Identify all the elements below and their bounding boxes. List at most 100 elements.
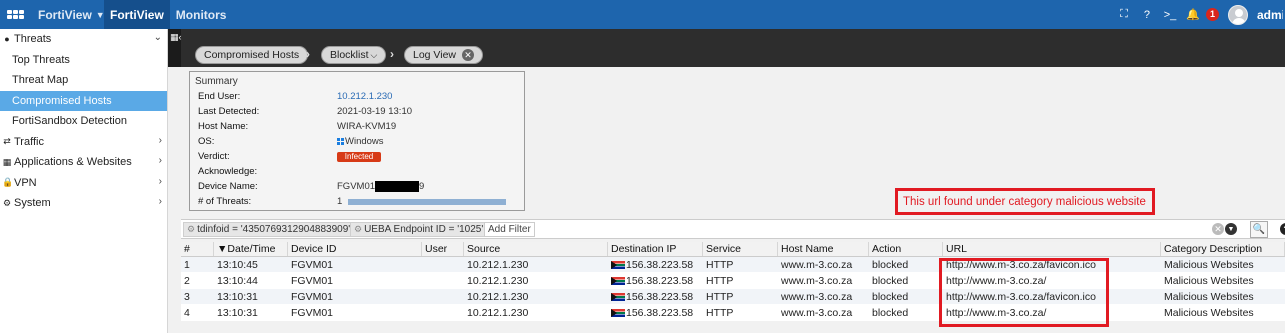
log-table: # ▼Date/Time Device ID User Source Desti… bbox=[181, 242, 1285, 321]
device-name-prefix: FGVM01 bbox=[337, 181, 376, 192]
cell-destination-ip: 156.38.223.58 bbox=[608, 273, 703, 288]
column-header-device-id[interactable]: Device ID bbox=[288, 242, 422, 256]
tab-monitors[interactable]: Monitors bbox=[170, 0, 233, 29]
sidebar-item-top-threats[interactable]: Top Threats bbox=[0, 50, 167, 71]
help-icon[interactable]: ? bbox=[1140, 8, 1154, 22]
chevron-right-icon: › bbox=[158, 155, 162, 166]
cell-category: Malicious Websites bbox=[1164, 290, 1254, 303]
table-row[interactable]: 1 13:10:45 FGVM01 10.212.1.230 156.38.22… bbox=[181, 257, 1285, 273]
cell-host-name: www.m-3.co.za bbox=[781, 290, 853, 303]
fortinet-logo-icon[interactable] bbox=[0, 0, 30, 29]
south-africa-flag-icon bbox=[611, 260, 625, 269]
end-user-link[interactable]: 10.212.1.230 bbox=[337, 91, 392, 102]
destination-ip-text: 156.38.223.58 bbox=[626, 258, 694, 271]
traffic-icon: ⇄ bbox=[3, 136, 11, 147]
cell-source: 10.212.1.230 bbox=[467, 274, 529, 287]
tab-fortiview[interactable]: FortiView bbox=[104, 0, 170, 29]
summary-title: Summary bbox=[195, 76, 238, 87]
cell-device-id: FGVM01 bbox=[291, 290, 334, 303]
summary-value: 1 bbox=[337, 196, 343, 207]
device-name-suffix: 9 bbox=[419, 181, 425, 192]
breadcrumb-blocklist[interactable]: Blocklist ⌵ bbox=[321, 46, 387, 64]
sidebar-group-system[interactable]: ⚙ System › bbox=[0, 193, 167, 214]
sidebar-group-label: Applications & Websites bbox=[14, 156, 132, 169]
summary-row-device-name: Device Name: FGVM01 9 bbox=[190, 179, 524, 194]
breadcrumb-label: Log View bbox=[413, 49, 457, 61]
cell-device-id: FGVM01 bbox=[291, 274, 334, 287]
sidebar-group-applications[interactable]: ▦ Applications & Websites › bbox=[0, 152, 167, 173]
add-filter-button[interactable]: Add Filter bbox=[484, 222, 535, 237]
cell-user bbox=[422, 305, 464, 320]
south-africa-flag-icon bbox=[611, 276, 625, 285]
sidebar-item-fortisandbox-detection[interactable]: FortiSandbox Detection bbox=[0, 111, 167, 132]
breadcrumb-label: Blocklist bbox=[330, 49, 369, 61]
summary-row-host-name: Host Name: WIRA-KVM19 bbox=[190, 119, 524, 134]
cell-source: 10.212.1.230 bbox=[467, 258, 529, 271]
column-header-host-name[interactable]: Host Name bbox=[778, 242, 869, 256]
cell-service: HTTP bbox=[706, 274, 734, 287]
breadcrumb-log-view[interactable]: Log View ✕ bbox=[404, 46, 484, 64]
sidebar-item-threat-map[interactable]: Threat Map bbox=[0, 70, 167, 91]
filter-tag-ueba[interactable]: ⚙ UEBA Endpoint ID = '1025' bbox=[350, 222, 488, 237]
filter-tag-tdinfoid[interactable]: ⚙ tdinfoid = '4350769312904883909' bbox=[183, 222, 355, 237]
cell-number: 3 bbox=[184, 290, 190, 303]
summary-key: Device Name: bbox=[198, 181, 258, 192]
threat-count-bar bbox=[348, 198, 507, 205]
avatar[interactable] bbox=[1228, 4, 1248, 25]
column-header-number[interactable]: # bbox=[181, 242, 214, 256]
filter-funnel-icon[interactable]: ▼ bbox=[1225, 223, 1237, 235]
table-row[interactable]: 2 13:10:44 FGVM01 10.212.1.230 156.38.22… bbox=[181, 273, 1285, 289]
summary-key: Host Name: bbox=[198, 121, 249, 132]
table-row[interactable]: 4 13:10:31 FGVM01 10.212.1.230 156.38.22… bbox=[181, 305, 1285, 321]
gear-icon[interactable]: ⚙ bbox=[187, 224, 195, 235]
collapse-panel-strip[interactable]: ▦‹ bbox=[168, 29, 182, 67]
table-row[interactable]: 3 13:10:31 FGVM01 10.212.1.230 156.38.22… bbox=[181, 289, 1285, 305]
clear-filter-icon[interactable]: ✕ bbox=[1212, 223, 1224, 235]
column-header-action[interactable]: Action bbox=[869, 242, 943, 256]
sidebar-group-vpn[interactable]: 🔒 VPN › bbox=[0, 173, 167, 194]
notification-badge[interactable]: 1 bbox=[1205, 8, 1219, 21]
cell-source: 10.212.1.230 bbox=[467, 290, 529, 303]
cell-datetime: 13:10:31 bbox=[217, 306, 258, 319]
summary-row-verdict: Verdict: Infected bbox=[190, 149, 524, 164]
cell-url: http://www.m-3.co.za/ bbox=[946, 306, 1047, 319]
flame-icon: ● bbox=[4, 34, 10, 45]
cell-device-id: FGVM01 bbox=[291, 306, 334, 319]
summary-row-end-user: End User: 10.212.1.230 bbox=[190, 89, 524, 104]
panel-toggle-icon[interactable]: ▦‹ bbox=[170, 32, 182, 43]
sidebar-item-label: Compromised Hosts bbox=[12, 94, 112, 107]
south-africa-flag-icon bbox=[611, 292, 625, 301]
search-button[interactable]: 🔍 bbox=[1250, 221, 1268, 238]
cell-category: Malicious Websites bbox=[1164, 306, 1254, 319]
gear-icon[interactable]: ⚙ bbox=[354, 224, 362, 235]
sidebar-item-compromised-hosts[interactable]: Compromised Hosts bbox=[0, 90, 167, 111]
destination-ip-text: 156.38.223.58 bbox=[626, 290, 694, 303]
cell-datetime: 13:10:44 bbox=[217, 274, 258, 287]
column-header-user[interactable]: User bbox=[422, 242, 464, 256]
cell-host-name: www.m-3.co.za bbox=[781, 274, 853, 287]
cell-host-name: www.m-3.co.za bbox=[781, 258, 853, 271]
cell-service: HTTP bbox=[706, 290, 734, 303]
fullscreen-icon[interactable]: ⛶ bbox=[1117, 8, 1131, 22]
column-header-source[interactable]: Source bbox=[464, 242, 608, 256]
cell-url: http://www.m-3.co.za/ bbox=[946, 274, 1047, 287]
cell-action: blocked bbox=[872, 274, 909, 287]
column-header-url[interactable]: URL bbox=[943, 242, 1161, 256]
cli-console-icon[interactable]: >_ bbox=[1163, 8, 1177, 22]
summary-key: End User: bbox=[198, 91, 241, 102]
help-icon[interactable]: ? bbox=[1280, 223, 1285, 235]
breadcrumb-compromised-hosts[interactable]: Compromised Hosts bbox=[195, 46, 309, 64]
bell-icon[interactable]: 🔔 bbox=[1186, 8, 1200, 22]
sidebar-group-traffic[interactable]: ⇄ Traffic › bbox=[0, 132, 167, 153]
close-icon[interactable]: ✕ bbox=[462, 49, 475, 61]
annotation-callout: This url found under category malicious … bbox=[895, 188, 1155, 215]
column-header-datetime[interactable]: ▼Date/Time bbox=[214, 242, 288, 256]
column-header-service[interactable]: Service bbox=[703, 242, 778, 256]
column-header-destination-ip[interactable]: Destination IP bbox=[608, 242, 703, 256]
user-menu[interactable]: admi bbox=[1257, 8, 1283, 22]
fortiview-dropdown[interactable]: FortiView ▼ bbox=[30, 0, 105, 29]
filter-bar[interactable]: ⚙ tdinfoid = '4350769312904883909' ⚙ UEB… bbox=[181, 219, 1285, 239]
column-header-category[interactable]: Category Description bbox=[1161, 242, 1285, 256]
sidebar-group-threats[interactable]: ● Threats ⌄ bbox=[0, 29, 167, 50]
sidebar-group-label: Traffic bbox=[14, 135, 44, 148]
